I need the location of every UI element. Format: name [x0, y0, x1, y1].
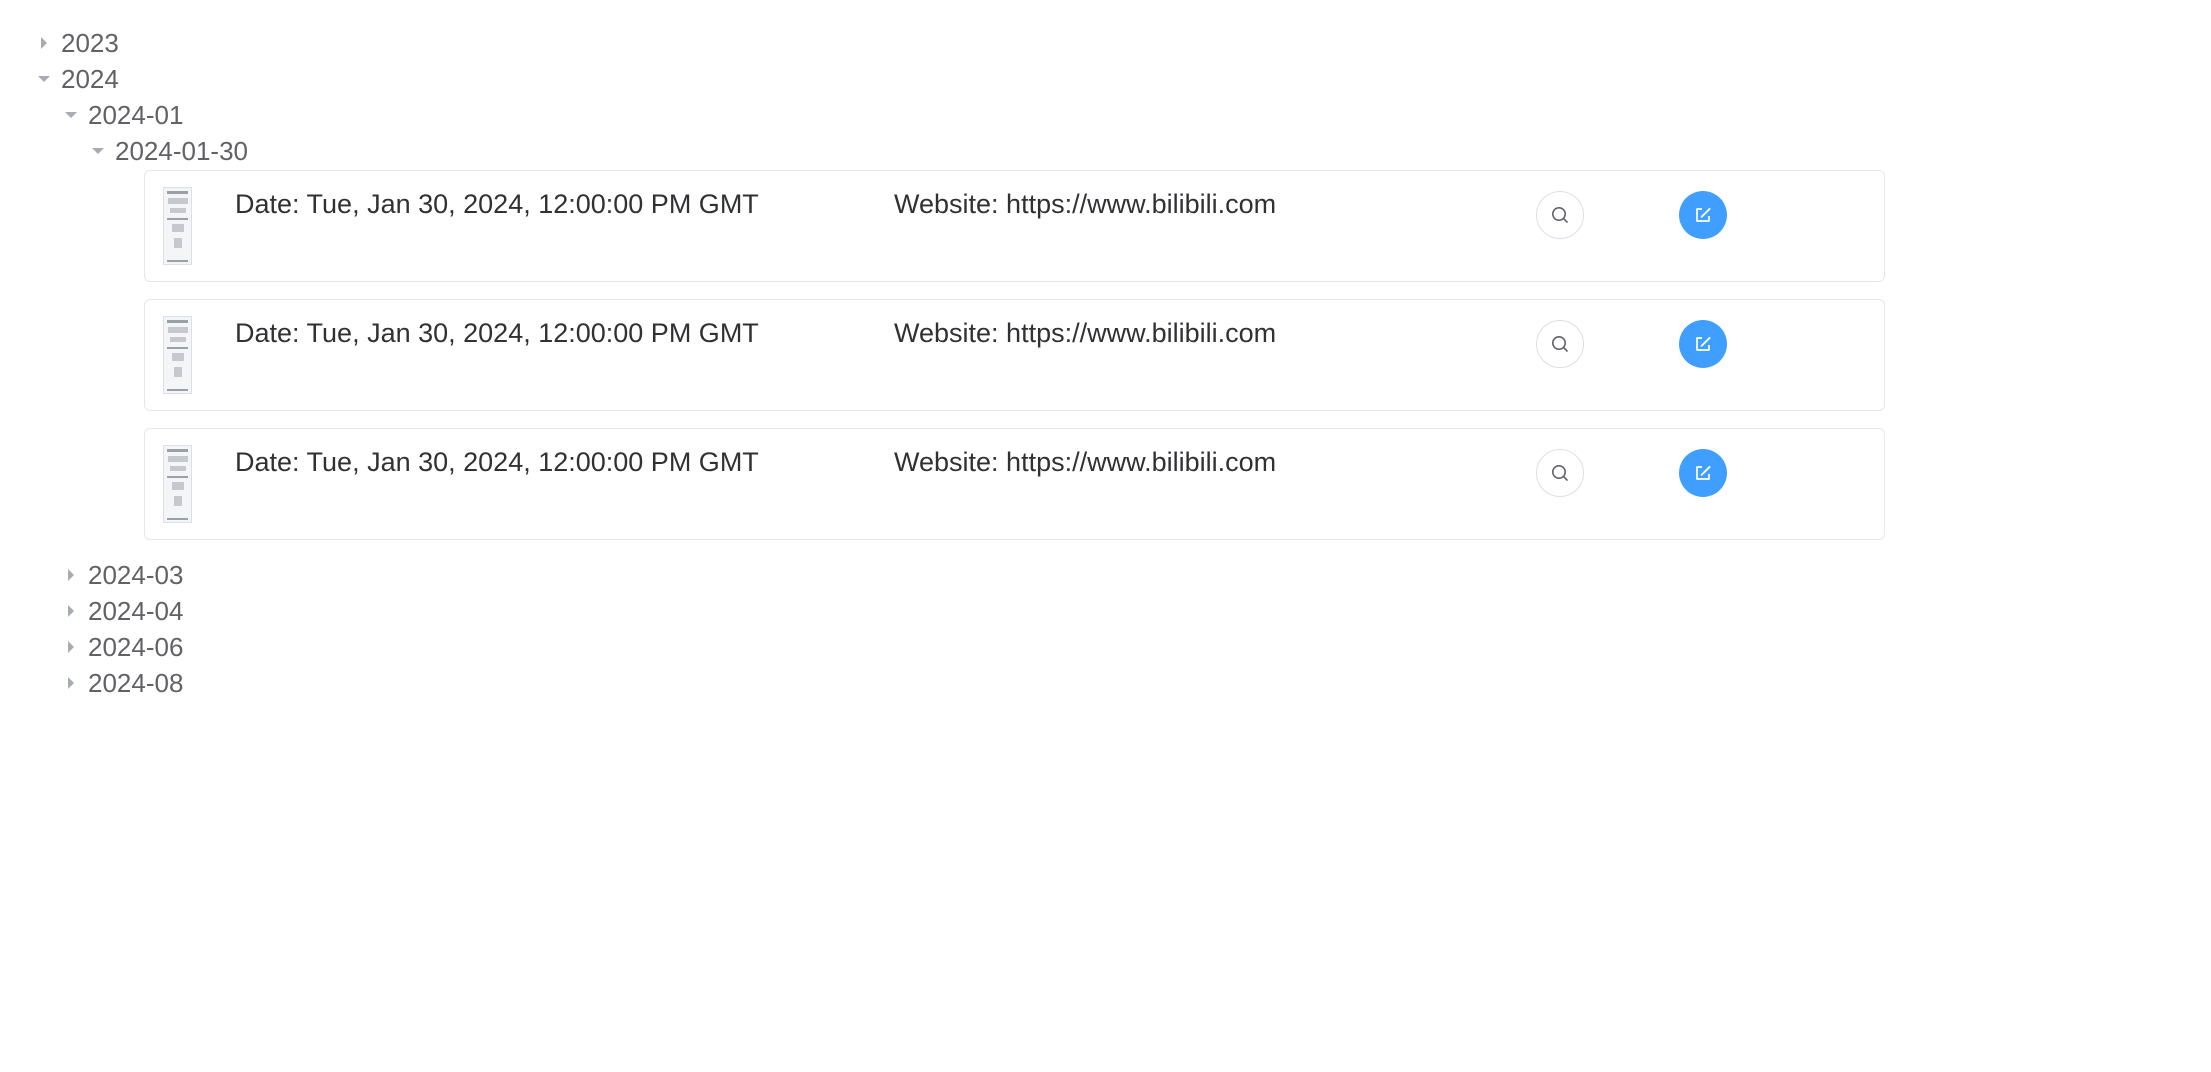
- view-button[interactable]: [1536, 191, 1584, 239]
- record-card: Date: Tue, Jan 30, 2024, 12:00:00 PM GMT…: [144, 170, 1885, 282]
- edit-button[interactable]: [1679, 320, 1727, 368]
- edit-icon: [1696, 336, 1711, 351]
- view-button[interactable]: [1536, 320, 1584, 368]
- caret-right-icon[interactable]: [33, 25, 55, 61]
- search-icon: [1552, 465, 1568, 481]
- screenshot-thumbnail[interactable]: [163, 445, 192, 523]
- search-icon: [1552, 336, 1568, 352]
- search-icon: [1552, 207, 1568, 223]
- record-website: Website: https://www.bilibili.com: [894, 318, 1277, 348]
- record-date: Date: Tue, Jan 30, 2024, 12:00:00 PM GMT: [235, 318, 759, 348]
- edit-button[interactable]: [1679, 191, 1727, 239]
- tree-node-label: 2024-04: [88, 595, 184, 626]
- record-date: Date: Tue, Jan 30, 2024, 12:00:00 PM GMT: [235, 189, 759, 219]
- tree-node-2023[interactable]: 2023: [33, 25, 119, 61]
- caret-down-icon[interactable]: [60, 97, 82, 133]
- caret-right-icon[interactable]: [60, 665, 82, 701]
- screenshot-thumbnail[interactable]: [163, 187, 192, 265]
- tree-node-label: 2024-01: [88, 99, 184, 130]
- tree-node-label: 2024-08: [88, 667, 184, 698]
- edit-icon: [1696, 207, 1711, 222]
- tree-node-2024-01[interactable]: 2024-01: [60, 97, 183, 133]
- tree-node-2024-03[interactable]: 2024-03: [60, 557, 183, 593]
- tree-node-label: 2024-06: [88, 631, 184, 662]
- record-card: Date: Tue, Jan 30, 2024, 12:00:00 PM GMT…: [144, 428, 1885, 540]
- record-website: Website: https://www.bilibili.com: [894, 447, 1277, 477]
- tree-node-2024-04[interactable]: 2024-04: [60, 593, 183, 629]
- view-button[interactable]: [1536, 449, 1584, 497]
- tree-node-2024-06[interactable]: 2024-06: [60, 629, 183, 665]
- tree-node-2024-01-30[interactable]: 2024-01-30: [87, 133, 248, 169]
- caret-right-icon[interactable]: [60, 629, 82, 665]
- caret-down-icon[interactable]: [87, 133, 109, 169]
- caret-down-icon[interactable]: [33, 61, 55, 97]
- edit-button[interactable]: [1679, 449, 1727, 497]
- caret-right-icon[interactable]: [60, 593, 82, 629]
- tree-node-label: 2023: [61, 27, 119, 58]
- edit-icon: [1696, 465, 1711, 480]
- tree-node-label: 2024: [61, 63, 119, 94]
- record-website: Website: https://www.bilibili.com: [894, 189, 1277, 219]
- caret-right-icon[interactable]: [60, 557, 82, 593]
- tree-node-2024[interactable]: 2024: [33, 61, 119, 97]
- record-card: Date: Tue, Jan 30, 2024, 12:00:00 PM GMT…: [144, 299, 1885, 411]
- tree-node-label: 2024-03: [88, 559, 184, 590]
- screenshot-thumbnail[interactable]: [163, 316, 192, 394]
- tree-node-label: 2024-01-30: [115, 135, 248, 166]
- tree-node-2024-08[interactable]: 2024-08: [60, 665, 183, 701]
- record-date: Date: Tue, Jan 30, 2024, 12:00:00 PM GMT: [235, 447, 759, 477]
